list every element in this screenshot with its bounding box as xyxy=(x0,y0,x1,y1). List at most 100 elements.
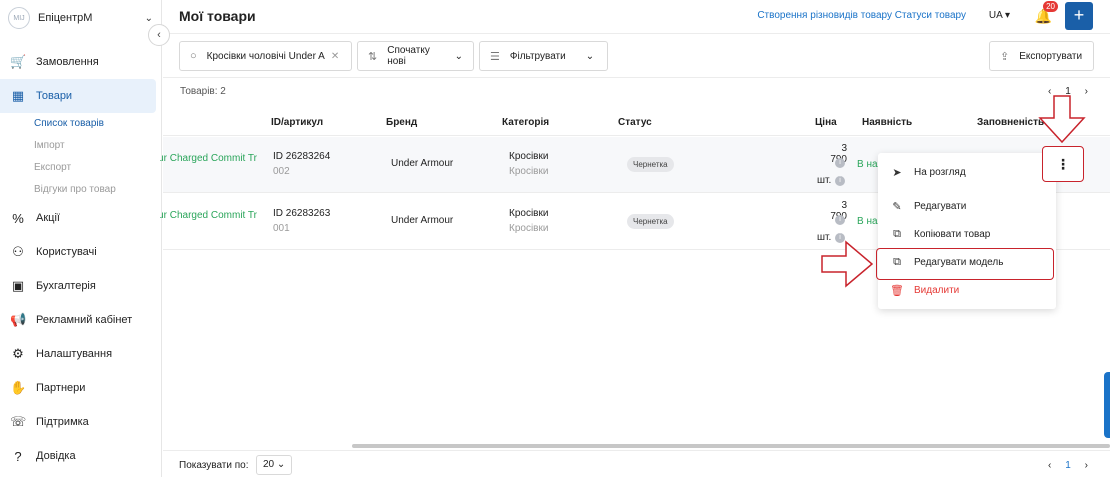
trash-icon: 🗑 xyxy=(890,284,904,297)
prev-page-icon[interactable]: ‹ xyxy=(1048,460,1051,471)
language-selector[interactable]: UA ▾ xyxy=(989,10,1010,21)
next-page-icon[interactable]: › xyxy=(1085,86,1088,97)
subnav-export[interactable]: Експорт xyxy=(34,157,162,179)
pagination-bottom: ‹ 1 › xyxy=(1048,460,1088,471)
horizontal-scrollbar[interactable] xyxy=(352,444,1110,448)
sort-select[interactable]: ⇅ Спочатку нові ⌄ xyxy=(357,41,474,71)
next-page-icon[interactable]: › xyxy=(1085,460,1088,471)
products-subnav: Список товарів Імпорт Експорт Відгуки пр… xyxy=(0,113,162,201)
table-footer: Показувати по: 20 ⌄ ‹ 1 › xyxy=(163,450,1110,477)
sidebar: MIJ ЕпіцентрМ ⌄ 🛒 Замовлення ▦ Товари Спис… xyxy=(0,0,162,477)
sidebar-item-label: Довідка xyxy=(36,450,76,462)
page-title: Мої товари xyxy=(179,8,256,24)
product-count: Товарів: 2 xyxy=(180,86,226,97)
sidebar-item-ads[interactable]: 📢 Рекламний кабінет xyxy=(0,303,162,337)
product-unit: шт. xyxy=(817,232,832,243)
export-button[interactable]: ⇪ Експортувати xyxy=(989,41,1094,71)
notification-badge: 20 xyxy=(1043,1,1058,12)
col-category: Категорія xyxy=(502,117,550,128)
id-value: ID 26283264 xyxy=(273,151,331,162)
product-name[interactable]: Under Armour Charged Commit Tr xyxy=(160,210,257,221)
status-badge: Чернетка xyxy=(627,157,674,172)
sidebar-item-label: Налаштування xyxy=(36,348,113,360)
sidebar-item-settings[interactable]: ⚙ Налаштування xyxy=(0,337,162,371)
sidebar-item-users[interactable]: ⚇ Користувачі xyxy=(0,235,162,269)
sidebar-nav: 🛒 Замовлення ▦ Товари Список товарів Імпор… xyxy=(0,45,162,473)
filter-icon: ☰ xyxy=(490,50,500,63)
sidebar-item-label: Рекламний кабінет xyxy=(36,314,133,326)
sidebar-item-orders[interactable]: 🛒 Замовлення xyxy=(0,45,162,79)
menu-item-copy-product[interactable]: ⧉ Копіювати товар xyxy=(878,220,1056,248)
annotation-highlight-box xyxy=(876,248,1054,280)
product-category: Кросівки Кросівки xyxy=(509,208,548,234)
cart-icon: 🛒 xyxy=(10,54,27,69)
company-name: ЕпіцентрМ xyxy=(38,12,93,24)
subnav-product-list[interactable]: Список товарів xyxy=(34,113,162,135)
search-input[interactable]: ○ Кросівки чоловічі Under A ✕ xyxy=(179,41,352,71)
menu-item-delete[interactable]: 🗑 Видалити xyxy=(878,276,1056,304)
current-page[interactable]: 1 xyxy=(1065,460,1071,471)
sidebar-item-label: Користувачі xyxy=(36,246,97,258)
sidebar-collapse-button[interactable]: ‹ xyxy=(148,24,170,46)
filter-button[interactable]: ☰ Фільтрувати ⌄ xyxy=(479,41,608,71)
users-icon: ⚇ xyxy=(12,244,24,259)
table-header: ID/артикул Бренд Категорія Статус Ціна Н… xyxy=(163,110,1110,136)
per-page-select[interactable]: 20 ⌄ xyxy=(256,455,293,475)
box-icon: ▦ xyxy=(11,88,25,103)
sku-value: 001 xyxy=(273,223,290,234)
sidebar-item-label: Акції xyxy=(36,212,60,224)
col-status: Статус xyxy=(618,117,652,128)
side-widget-tab[interactable] xyxy=(1104,372,1110,438)
per-page-label: Показувати по: xyxy=(179,460,249,471)
subnav-reviews[interactable]: Відгуки про товар xyxy=(34,179,162,201)
subnav-import[interactable]: Імпорт xyxy=(34,135,162,157)
wallet-icon: ▣ xyxy=(11,278,25,293)
sidebar-item-partners[interactable]: ✋ Партнери xyxy=(0,371,162,405)
prev-page-icon[interactable]: ‹ xyxy=(1048,86,1051,97)
chevron-down-icon: ⌄ xyxy=(454,50,463,62)
sidebar-item-support[interactable]: ☏ Підтримка xyxy=(0,405,162,439)
product-category: Кросівки Кросівки xyxy=(509,151,548,177)
company-switcher[interactable]: MIJ ЕпіцентрМ ⌄ xyxy=(0,0,161,36)
info-icon[interactable]: i xyxy=(835,176,845,186)
sidebar-item-promotions[interactable]: % Акції xyxy=(0,201,162,235)
menu-item-label: Редагувати xyxy=(914,200,967,212)
link-product-statuses[interactable]: Статуси товару xyxy=(895,10,966,21)
product-id: ID 26283264 002 xyxy=(273,151,330,177)
info-icon[interactable]: i xyxy=(835,233,845,243)
copy-icon: ⧉ xyxy=(893,227,901,240)
add-product-button[interactable]: + xyxy=(1065,2,1093,30)
sku-value: 002 xyxy=(273,166,290,177)
language-value: UA xyxy=(988,10,1003,21)
col-brand: Бренд xyxy=(386,117,418,128)
product-brand: Under Armour xyxy=(391,215,454,226)
toolbar: ○ Кросівки чоловічі Under A ✕ ⇅ Спочатку… xyxy=(163,34,1110,78)
category-sub: Кросівки xyxy=(509,223,549,234)
sidebar-item-label: Підтримка xyxy=(36,416,89,428)
top-bar: Мої товари Створення різновидів товару С… xyxy=(163,0,1110,34)
clear-icon[interactable]: ✕ xyxy=(331,51,339,62)
status-badge: Чернетка xyxy=(627,214,674,229)
search-value: Кросівки чоловічі Under A xyxy=(206,50,325,62)
row-actions-menu: ➤ На розгляд ✎ Редагувати ⧉ Копіювати товар… xyxy=(878,153,1056,309)
pagination-top: ‹ 1 › xyxy=(1048,86,1088,97)
product-availability: В наявності xyxy=(857,216,879,227)
menu-item-edit[interactable]: ✎ Редагувати xyxy=(878,192,1056,220)
link-product-variants[interactable]: Створення різновидів товару xyxy=(757,10,892,21)
sidebar-item-help[interactable]: ? Довідка xyxy=(0,439,162,473)
row-actions-kebab-button[interactable]: ⋮ xyxy=(1042,146,1084,182)
sidebar-item-products[interactable]: ▦ Товари xyxy=(0,79,156,113)
sidebar-item-accounting[interactable]: ▣ Бухгалтерія xyxy=(0,269,162,303)
send-icon: ➤ xyxy=(892,166,902,179)
more-vertical-icon: ⋮ xyxy=(1056,155,1070,172)
chevron-down-icon: ⌄ xyxy=(144,12,153,24)
per-page-value: 20 xyxy=(263,459,275,470)
filter-label: Фільтрувати xyxy=(509,50,566,62)
gear-icon: ⚙ xyxy=(12,346,24,361)
product-name[interactable]: Under Armour Charged Commit Tr xyxy=(160,153,257,164)
promo-icon: % xyxy=(12,210,24,226)
current-page[interactable]: 1 xyxy=(1065,86,1071,97)
menu-item-submit-review[interactable]: ➤ На розгляд xyxy=(878,158,1056,186)
info-icon[interactable]: i xyxy=(835,215,845,225)
info-icon[interactable]: i xyxy=(835,158,845,168)
